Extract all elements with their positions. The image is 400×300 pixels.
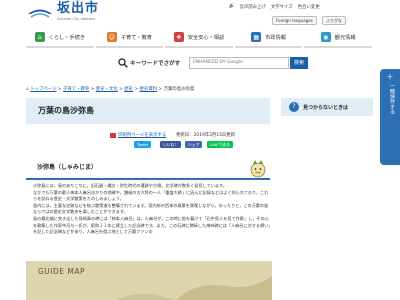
furigana-button[interactable]: ふりがな — [322, 16, 346, 25]
nav-item-living[interactable]: ⌂ くらし・手続き — [26, 28, 94, 48]
body-paragraph: なかでも万葉の歌人柿本人麻呂ゆかりの地碑や，讃岐の古大将の一人「重盛大師」に因ん… — [33, 189, 269, 202]
color-change-link[interactable]: 色合い変更 — [298, 4, 320, 10]
page-title: 万葉の島沙弥島 — [38, 106, 94, 115]
read-aloud-link[interactable]: 音声読み上げ — [239, 4, 265, 10]
search-button[interactable]: 検索 — [290, 57, 308, 69]
plus-icon: ＋ — [386, 73, 394, 81]
breadcrumb-item[interactable]: 歴史資料 — [140, 87, 158, 92]
building-icon: ▦ — [251, 32, 262, 42]
search-label: キーワードでさがす — [130, 61, 181, 67]
save-side-tab-label: 一時保存する — [389, 83, 395, 115]
city-logo-icon[interactable] — [27, 5, 53, 19]
breadcrumb: ⌂ トップページ > 子育て・教育 > 歴史・文化 > 歴史 > 歴史資料 > … — [26, 87, 195, 92]
body-paragraph: 沙弥島には，島のあちこちに，旧石器・縄文・弥生時代の遺跡や古墳，文学碑が数多く発… — [33, 183, 227, 188]
header-utility-links: 🔊 音声読み上げ 文字サイズ 色合い変更 — [229, 4, 320, 10]
home-icon: ⌂ — [26, 87, 29, 92]
nav-item-label: 市政情報 — [265, 34, 286, 41]
nav-item-safety[interactable]: ✚ 安全安心・相談 — [165, 28, 233, 48]
camera-icon: ◉ — [320, 32, 331, 42]
print-page-link[interactable]: 印刷用ページを表示する — [118, 132, 166, 138]
nav-item-label: 観光情報 — [334, 34, 356, 41]
section-title: 沙弥島（しゃみじま） — [37, 164, 98, 171]
breadcrumb-current: 万葉の島沙弥島 — [163, 87, 195, 92]
save-side-tab[interactable]: ＋ 一時保存する — [380, 69, 400, 165]
tweet-button[interactable]: Tweet — [134, 141, 151, 148]
main-nav: ⌂ くらし・手続き ☺ 子育て・教育 ✚ 安全安心・相談 ▦ 市政情報 ◉ 観光… — [26, 28, 372, 48]
mascot-icon — [250, 160, 266, 178]
child-icon: ☺ — [106, 32, 117, 42]
search-icon — [118, 58, 128, 68]
share-button[interactable]: シェア — [185, 141, 203, 148]
shield-icon: ✚ — [173, 32, 184, 42]
nav-item-label: くらし・手続き — [48, 34, 85, 41]
question-icon: ? — [289, 102, 299, 112]
nav-item-label: 安全安心・相談 — [187, 34, 225, 41]
print-icon — [110, 133, 116, 138]
search-placeholder: ENHANCED BY Google — [193, 60, 243, 65]
foreign-languages-button[interactable]: Foreign languages — [272, 16, 317, 25]
like-button[interactable]: いいね！ — [160, 141, 182, 148]
nav-item-label: 子育て・教育 — [120, 34, 152, 41]
breadcrumb-item[interactable]: 歴史・文化 — [96, 87, 118, 92]
home-icon: ⌂ — [34, 32, 45, 42]
sidebar-help-label: 見つからないときは — [303, 105, 349, 111]
breadcrumb-item[interactable]: 歴史 — [124, 87, 133, 92]
guide-map-image: GUIDE MAP — [26, 261, 272, 300]
updated-date: 更新日：2019年3月15日更新 — [176, 133, 236, 138]
city-subtitle: Sakaide City Website — [57, 17, 95, 21]
breadcrumb-item[interactable]: トップページ — [30, 87, 56, 92]
article-body: 沙弥島には，島のあちこちに，旧石器・縄文・弥生時代の遺跡や古墳，文学碑が数多く発… — [33, 183, 271, 236]
search-input[interactable]: ENHANCED BY Google — [189, 57, 289, 69]
map-decoration-icon — [116, 276, 272, 300]
breadcrumb-item[interactable]: 子育て・教育 — [63, 87, 89, 92]
city-name[interactable]: 坂出市 — [57, 1, 99, 17]
line-button[interactable]: LINEで送る — [207, 141, 233, 148]
body-paragraph: 島内には，主要な史跡などを結ぶ散策道も整備されています。案内所の西季の風景を満喫… — [33, 202, 269, 215]
nav-item-city-info[interactable]: ▦ 市政情報 — [234, 28, 303, 48]
body-paragraph: 島の最北端に突き出した長崎鼻の岬には「柿本人麻呂」は，人麻呂が，この岬に船を着け… — [33, 215, 271, 235]
nav-item-education[interactable]: ☺ 子育て・教育 — [95, 28, 164, 48]
font-size-link[interactable]: 文字サイズ — [271, 4, 293, 10]
nav-item-tourism[interactable]: ◉ 観光情報 — [304, 28, 372, 48]
speaker-icon: 🔊 — [229, 4, 235, 9]
